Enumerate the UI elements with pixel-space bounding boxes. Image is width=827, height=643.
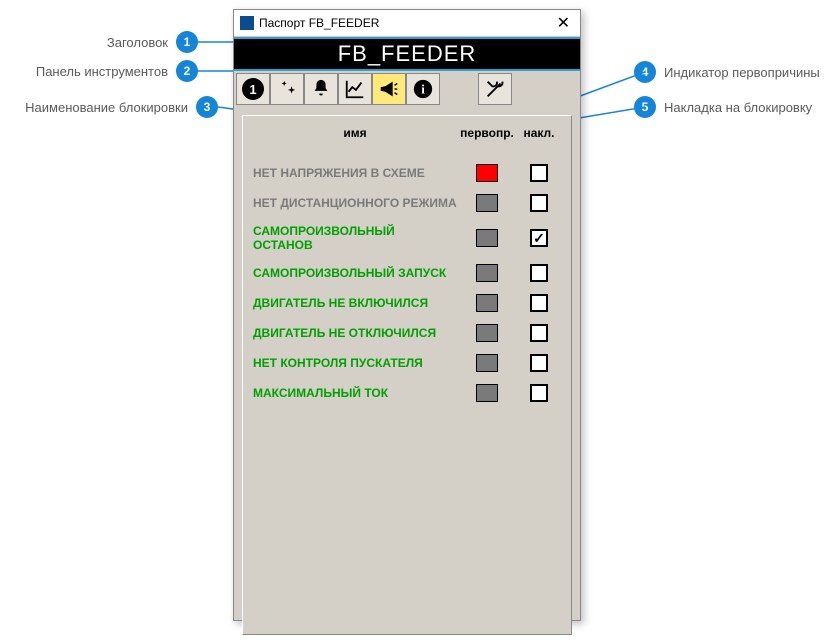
callout-toolbar: Панель инструментов 2 <box>0 60 198 82</box>
lock-label: НЕТ НАПРЯЖЕНИЯ В СХЕМЕ <box>253 166 457 180</box>
toolbar-btn-announce[interactable] <box>372 73 406 105</box>
lock-row: САМОПРОИЗВОЛЬНЫЙ ЗАПУСК <box>251 258 563 288</box>
firstcause-indicator <box>476 229 498 247</box>
page-title: FB_FEEDER <box>234 37 580 71</box>
lock-row: НЕТ КОНТРОЛЯ ПУСКАТЕЛЯ <box>251 348 563 378</box>
bell-icon <box>310 78 332 100</box>
lock-row: САМОПРОИЗВОЛЬНЫЙ ОСТАНОВ <box>251 218 563 258</box>
lock-label: НЕТ ДИСТАНЦИОННОГО РЕЖИМА <box>253 196 457 210</box>
column-headers: имя первопр. накл. <box>251 120 563 158</box>
callout-text: Накладка на блокировку <box>664 100 812 115</box>
overlay-checkbox[interactable] <box>530 229 548 247</box>
callout-bubble: 4 <box>634 61 656 83</box>
callout-overlay: 5 Накладка на блокировку <box>634 96 812 118</box>
lock-label: ДВИГАТЕЛЬ НЕ ВКЛЮЧИЛСЯ <box>253 296 457 310</box>
overlay-checkbox[interactable] <box>530 354 548 372</box>
firstcause-indicator <box>476 264 498 282</box>
firstcause-indicator <box>476 164 498 182</box>
app-icon <box>240 16 254 30</box>
gears-icon <box>276 78 298 100</box>
window-title: Паспорт FB_FEEDER <box>259 16 379 30</box>
callout-text: Индикатор первопричины <box>664 65 820 80</box>
info-icon: i <box>412 78 434 100</box>
lock-label: САМОПРОИЗВОЛЬНЫЙ ОСТАНОВ <box>253 224 457 252</box>
lock-row: ДВИГАТЕЛЬ НЕ ОТКЛЮЧИЛСЯ <box>251 318 563 348</box>
overlay-checkbox[interactable] <box>530 194 548 212</box>
callout-lockname: Наименование блокировки 3 <box>0 96 218 118</box>
callout-header: Заголовок 1 <box>0 31 198 53</box>
lock-row: НЕТ ДИСТАНЦИОННОГО РЕЖИМА <box>251 188 563 218</box>
callout-bubble: 2 <box>176 60 198 82</box>
callout-text: Заголовок <box>107 35 168 50</box>
firstcause-indicator <box>476 384 498 402</box>
toolbar-btn-tools[interactable] <box>478 73 512 105</box>
col-header-firstcause: первопр. <box>457 126 517 140</box>
close-button[interactable]: ✕ <box>553 13 574 33</box>
svg-text:i: i <box>421 83 425 97</box>
col-header-overlay: накл. <box>517 126 561 140</box>
lock-label: ДВИГАТЕЛЬ НЕ ОТКЛЮЧИЛСЯ <box>253 326 457 340</box>
toolbar-btn-alarms[interactable] <box>304 73 338 105</box>
lock-row: НЕТ НАПРЯЖЕНИЯ В СХЕМЕ <box>251 158 563 188</box>
toolbar-btn-trends[interactable] <box>338 73 372 105</box>
chart-icon <box>344 78 366 100</box>
wrench-icon <box>484 78 506 100</box>
firstcause-indicator <box>476 294 498 312</box>
overlay-checkbox[interactable] <box>530 264 548 282</box>
lock-row: ДВИГАТЕЛЬ НЕ ВКЛЮЧИЛСЯ <box>251 288 563 318</box>
lock-label: НЕТ КОНТРОЛЯ ПУСКАТЕЛЯ <box>253 356 457 370</box>
locks-panel: имя первопр. накл. НЕТ НАПРЯЖЕНИЯ В СХЕМ… <box>242 115 572 635</box>
lock-label: САМОПРОИЗВОЛЬНЫЙ ЗАПУСК <box>253 266 457 280</box>
firstcause-indicator <box>476 324 498 342</box>
toolbar-btn-overview[interactable]: 1 <box>236 73 270 105</box>
col-header-name: имя <box>253 126 457 140</box>
overlay-checkbox[interactable] <box>530 384 548 402</box>
titlebar: Паспорт FB_FEEDER ✕ <box>234 10 580 37</box>
callout-bubble: 1 <box>176 31 198 53</box>
callout-text: Наименование блокировки <box>25 100 188 115</box>
callout-text: Панель инструментов <box>36 64 168 79</box>
toolbar: 1 i <box>234 71 580 107</box>
toolbar-btn-settings[interactable] <box>270 73 304 105</box>
lock-label: МАКСИМАЛЬНЫЙ ТОК <box>253 386 457 400</box>
callout-firstcause: 4 Индикатор первопричины <box>634 61 820 83</box>
firstcause-indicator <box>476 194 498 212</box>
passport-window: Паспорт FB_FEEDER ✕ FB_FEEDER 1 i имя <box>233 9 581 621</box>
firstcause-indicator <box>476 354 498 372</box>
callout-bubble: 5 <box>634 96 656 118</box>
overlay-checkbox[interactable] <box>530 294 548 312</box>
overlay-checkbox[interactable] <box>530 324 548 342</box>
callout-bubble: 3 <box>196 96 218 118</box>
lock-row: МАКСИМАЛЬНЫЙ ТОК <box>251 378 563 408</box>
toolbar-btn-info[interactable]: i <box>406 73 440 105</box>
overlay-checkbox[interactable] <box>530 164 548 182</box>
megaphone-icon <box>378 78 400 100</box>
